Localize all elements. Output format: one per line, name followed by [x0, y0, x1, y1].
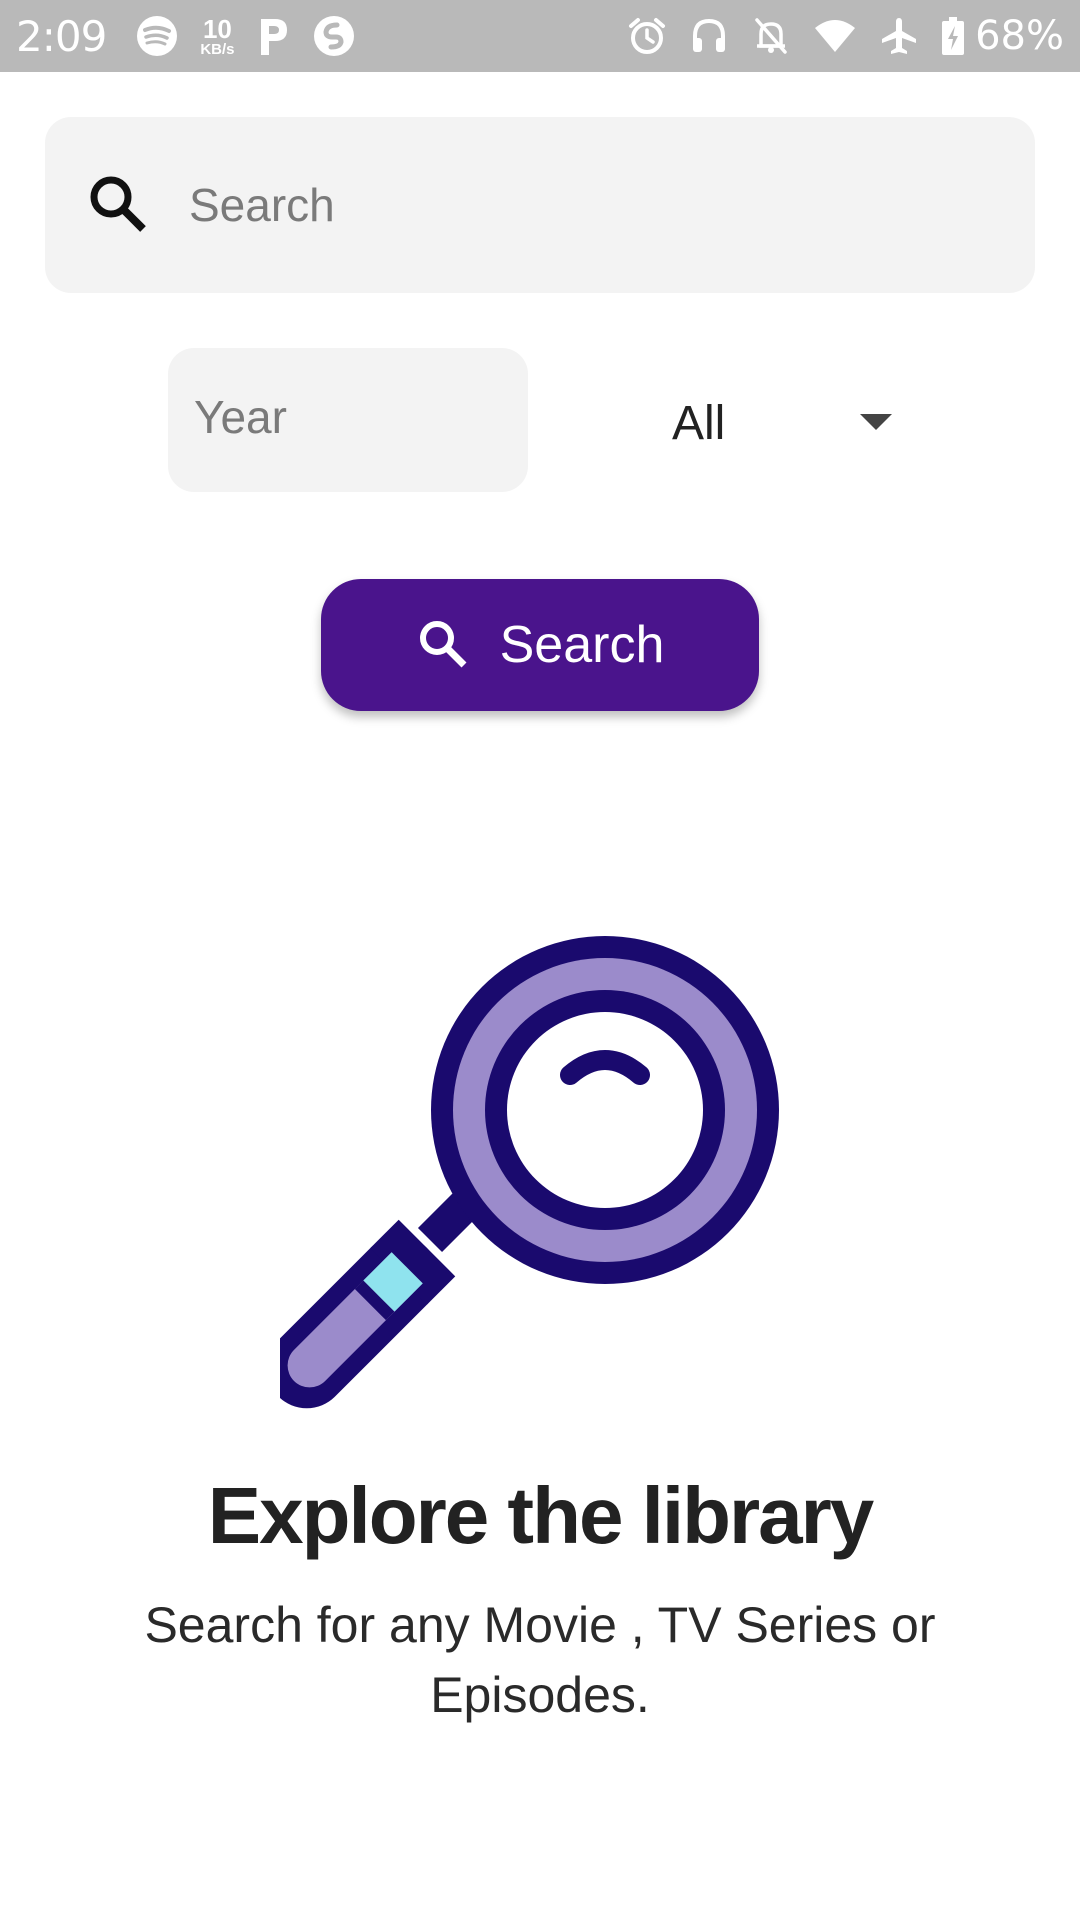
net-speed-unit: KB/s — [200, 40, 235, 58]
battery-percent: 68% — [975, 13, 1064, 59]
year-input[interactable] — [192, 382, 502, 452]
chevron-down-icon — [860, 414, 892, 430]
status-left: 2:09 10 KB/s — [16, 12, 377, 61]
alarm-icon — [627, 16, 667, 56]
shazam-icon — [313, 15, 355, 57]
year-field[interactable] — [168, 348, 528, 492]
search-icon — [416, 617, 472, 673]
notifications-off-icon — [751, 16, 791, 56]
empty-state-title: Explore the library — [207, 1471, 874, 1560]
wifi-icon — [813, 16, 857, 56]
search-button-label: Search — [499, 616, 665, 674]
search-button[interactable]: Search — [321, 579, 759, 711]
type-dropdown[interactable]: All — [640, 370, 910, 480]
search-input[interactable] — [187, 167, 987, 243]
spotify-icon — [136, 15, 178, 57]
net-speed-indicator: 10 KB/s — [200, 16, 234, 57]
headphones-icon — [689, 16, 729, 56]
empty-state-subtitle: Search for any Movie , TV Series or Epis… — [144, 1597, 936, 1723]
magnifying-glass-illustration — [266, 920, 800, 1440]
search-icon — [87, 173, 151, 242]
airplane-mode-icon — [879, 16, 919, 56]
magnifying-glass-icon — [266, 936, 779, 1409]
type-dropdown-value: All — [672, 397, 726, 450]
search-field[interactable] — [45, 117, 1035, 293]
status-right: 68% — [605, 13, 1064, 59]
status-time: 2:09 — [16, 11, 107, 61]
parking-app-icon — [257, 15, 291, 57]
status-bar: 2:09 10 KB/s 68% — [0, 0, 1080, 72]
battery-charging-icon — [941, 16, 965, 56]
net-speed-value: 10 — [202, 13, 232, 44]
